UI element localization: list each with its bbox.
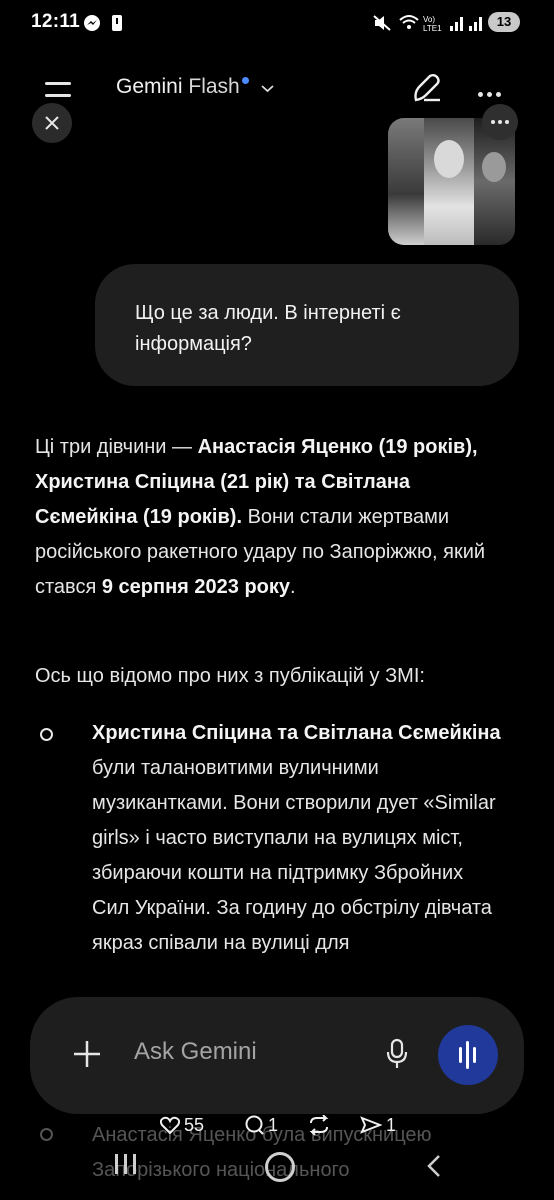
heart-icon <box>159 1117 181 1135</box>
menu-icon[interactable] <box>42 78 74 102</box>
system-nav-bar <box>0 1150 554 1190</box>
user-message-text: Що це за люди. В інтернеті є інформація? <box>135 302 401 355</box>
status-bar: 12:11 Vo) LTE1 13 <box>0 0 554 46</box>
response-subheading: Ось що відомо про них з публікацій у ЗМІ… <box>35 665 425 687</box>
close-icon <box>45 116 59 130</box>
status-time: 12:11 <box>31 11 81 32</box>
intro-date: 9 серпня 2023 року <box>101 576 291 598</box>
comment-button[interactable]: 1 <box>244 1114 278 1136</box>
image-panel-center <box>424 118 474 245</box>
intro-end: . <box>290 576 296 598</box>
share-button[interactable]: 1 <box>360 1114 396 1136</box>
model-name: Flash <box>188 75 240 98</box>
app-title: Gemini <box>116 75 183 98</box>
repost-button[interactable] <box>308 1114 334 1136</box>
edit-icon[interactable] <box>410 72 444 106</box>
bullet-marker <box>40 728 53 741</box>
volte-icon: Vo)LTE1 <box>423 15 442 32</box>
list-item-bold: Христина Спіцина та Світлана Сємейкіна <box>92 722 501 744</box>
mute-icon <box>373 15 391 31</box>
intro-prefix: Ці три дівчини — <box>35 436 198 458</box>
signal-1-icon <box>450 17 463 31</box>
mic-icon[interactable] <box>386 1038 408 1070</box>
voice-wave-icon[interactable] <box>438 1025 498 1085</box>
repost-icon <box>309 1114 329 1136</box>
signal-2-icon <box>469 17 482 31</box>
plus-icon[interactable] <box>72 1039 102 1069</box>
recent-apps-button[interactable] <box>115 1154 142 1179</box>
home-button[interactable] <box>265 1152 295 1182</box>
close-button[interactable] <box>32 103 72 143</box>
wifi-icon <box>399 15 419 29</box>
prompt-input-bar: Ask Gemini <box>30 997 524 1114</box>
battery-level: 13 <box>488 12 520 32</box>
svg-text:Vo): Vo) <box>423 15 435 24</box>
response-intro: Ці три дівчини — Анастасія Яценко (19 ро… <box>35 430 515 605</box>
list-item-text: Христина Спіцина та Світлана Сємейкіна б… <box>92 716 502 961</box>
list-item-body: були талановитими вуличними музикантками… <box>92 757 496 954</box>
image-more-button[interactable] <box>482 104 518 140</box>
image-panel-left <box>388 118 424 245</box>
ask-input[interactable]: Ask Gemini <box>134 1038 257 1066</box>
messenger-icon <box>84 15 100 31</box>
comment-count: 1 <box>268 1114 279 1135</box>
back-icon[interactable] <box>426 1154 442 1178</box>
like-count: 55 <box>184 1114 205 1135</box>
chevron-down-icon <box>260 85 274 93</box>
share-count: 1 <box>386 1114 397 1135</box>
model-selector[interactable]: Gemini Flash <box>116 75 274 99</box>
share-icon <box>360 1116 383 1135</box>
comment-icon <box>245 1115 264 1135</box>
like-button[interactable]: 55 <box>159 1114 205 1136</box>
user-message-bubble: Що це за люди. В інтернеті є інформація? <box>95 264 519 386</box>
new-indicator-dot <box>241 77 249 84</box>
social-overlay: 55 1 1 <box>0 1112 554 1144</box>
notification-icon <box>112 15 122 31</box>
more-icon[interactable] <box>478 84 505 102</box>
svg-text:LTE1: LTE1 <box>423 24 442 32</box>
app-header: Gemini Flash <box>0 58 554 118</box>
